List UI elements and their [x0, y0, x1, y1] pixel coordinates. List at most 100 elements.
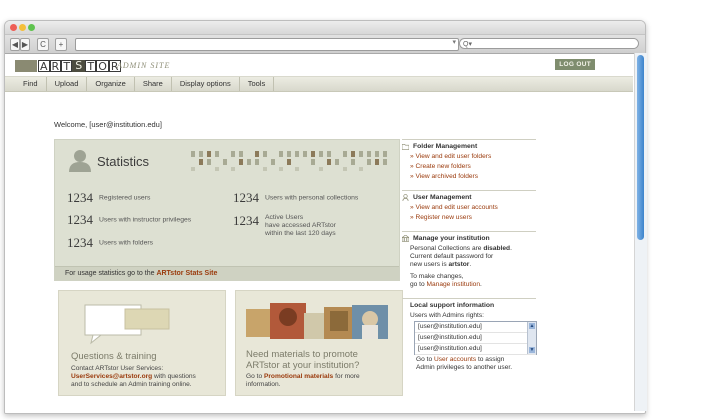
site-header: A R T S T O R ADMIN SITE LOG OUT [5, 54, 633, 77]
section-title: Manage your institution [413, 235, 490, 242]
folder-management-section: Folder Management » View and edit user f… [402, 139, 536, 180]
main-nav: Find Upload Organize Share Display optio… [5, 77, 633, 92]
questions-line: and to schedule an Admin training online… [71, 381, 192, 388]
register-users-link[interactable]: » Register new users [402, 214, 536, 221]
reload-button[interactable]: C [37, 38, 49, 51]
back-button[interactable]: ◀ [10, 38, 20, 51]
logo-letter: T [61, 59, 73, 72]
minimize-window-button[interactable] [19, 24, 26, 31]
list-item[interactable]: [user@institution.edu] [415, 344, 536, 355]
logo-letter: R [49, 59, 62, 73]
stat-label: Active Users have accessed ARTstor within … [265, 214, 336, 238]
scrollbar-thumb[interactable] [637, 55, 644, 240]
stats-footer: For usage statistics go to the ARTstor S… [55, 266, 399, 280]
info-text: Current default password for [410, 253, 494, 260]
stat-number: 1234 [67, 235, 93, 250]
statistics-title: Statistics [97, 154, 150, 169]
questions-line: Contact ARTstor User Services: [71, 365, 164, 372]
institution-icon [402, 235, 409, 242]
institution-info: Personal Collections are disabled. Curre… [402, 245, 536, 269]
info-text: go to [410, 281, 427, 288]
info-text: . [469, 261, 472, 268]
view-edit-folders-link[interactable]: » View and edit user folders [402, 153, 536, 160]
info-text: Admin privileges to another user. [416, 364, 513, 371]
stat-active-users: 1234 Active Users have accessed ARTstor wit… [233, 213, 336, 238]
address-bar[interactable]: ▾ [75, 38, 459, 51]
user-accounts-link[interactable]: User accounts [434, 356, 476, 363]
create-folders-link[interactable]: » Create new folders [402, 163, 536, 170]
stat-number: 1234 [233, 213, 259, 228]
manage-institution-section: Manage your institution Personal Collect… [402, 231, 536, 289]
user-icon [402, 194, 409, 201]
nav-display-options[interactable]: Display options [172, 77, 240, 91]
scroll-down-icon[interactable]: ▼ [529, 347, 535, 353]
logo-letter: T [85, 59, 97, 72]
nav-tools[interactable]: Tools [240, 77, 275, 91]
promo-text: Go to Promotional materials for more inf… [246, 373, 396, 389]
dropdown-arrow-icon[interactable]: ▾ [452, 38, 456, 46]
stat-personal-collections: 1234 Users with personal collections [233, 190, 358, 206]
nav-organize[interactable]: Organize [87, 77, 135, 91]
stat-label: Users with folders [99, 239, 154, 247]
user-accounts-note: Go to User accounts to assign Admin priv… [408, 356, 550, 372]
manage-institution-link[interactable]: Manage institution [427, 281, 481, 288]
page-scrollbar[interactable] [634, 53, 647, 411]
close-window-button[interactable] [10, 24, 17, 31]
archived-folders-link[interactable]: » View archived folders [402, 173, 536, 180]
section-title: Local support information [410, 302, 495, 309]
promo-text-line: Go to [246, 373, 264, 380]
nav-find[interactable]: Find [15, 77, 47, 91]
info-text: to assign [476, 356, 505, 363]
add-bookmark-button[interactable]: + [55, 38, 67, 51]
scroll-up-icon[interactable]: ▲ [529, 323, 535, 329]
stat-number: 1234 [67, 190, 93, 205]
list-item[interactable]: [user@institution.edu] [415, 333, 536, 344]
questions-panel: Questions & training Contact ARTstor Use… [58, 290, 226, 396]
questions-line: with questions [152, 373, 196, 380]
folder-management-heading: Folder Management [402, 143, 536, 150]
promo-title: Need materials to promote ARTstor at you… [246, 349, 359, 371]
search-field[interactable]: Q▾ [459, 38, 639, 49]
collections-status: disabled [483, 245, 511, 252]
speech-bubbles-icon [84, 304, 170, 345]
stats-footer-text: For usage statistics go to the [65, 270, 157, 277]
info-text: Go to [416, 356, 434, 363]
logo-letter: A [38, 59, 50, 73]
logo-letter: O [96, 59, 109, 73]
stats-site-link[interactable]: ARTstor Stats Site [156, 270, 217, 277]
artwork-collage-image [246, 303, 388, 339]
logo-grid-icon [15, 59, 37, 72]
local-support-section: Local support information Users with Adm… [402, 298, 536, 320]
info-text: new users is [410, 261, 449, 268]
promotional-materials-link[interactable]: Promotional materials [264, 373, 333, 380]
institution-changes: To make changes, go to Manage institutio… [402, 273, 536, 289]
site-label: ADMIN SITE [117, 61, 171, 70]
admins-subtitle: Users with Admins rights: [410, 312, 485, 319]
stat-label: Registered users [99, 194, 151, 202]
list-scrollbar[interactable]: ▲ ▼ [527, 322, 536, 354]
section-title: User Management [413, 194, 472, 201]
nav-upload[interactable]: Upload [47, 77, 88, 91]
promo-panel: Need materials to promote ARTstor at you… [235, 290, 403, 396]
statistics-panel: Statistics 1234 Registered users 1234 User… [54, 139, 400, 281]
admin-users-list[interactable]: [user@institution.edu] [user@institution… [414, 321, 537, 355]
forward-button[interactable]: ▶ [20, 38, 30, 51]
logout-button[interactable]: LOG OUT [555, 59, 595, 70]
stat-registered-users: 1234 Registered users [67, 190, 150, 206]
person-icon [69, 150, 91, 172]
nav-share[interactable]: Share [135, 77, 172, 91]
local-support-heading: Local support information [402, 302, 536, 309]
section-title: Folder Management [413, 143, 478, 150]
stat-label-line: Active Users [265, 214, 304, 221]
promo-title-line: ARTstor at your institution? [246, 360, 360, 371]
artstor-logo[interactable]: A R T S T O R [15, 59, 121, 72]
info-text: . [510, 245, 512, 252]
view-edit-accounts-link[interactable]: » View and edit user accounts [402, 204, 536, 211]
zoom-window-button[interactable] [28, 24, 35, 31]
questions-title: Questions & training [71, 351, 157, 362]
user-management-section: User Management » View and edit user acc… [402, 190, 536, 221]
user-services-email-link[interactable]: UserServices@artstor.org [71, 373, 152, 380]
list-item[interactable]: [user@institution.edu] [415, 322, 536, 333]
folder-icon [402, 143, 409, 150]
info-text: Personal Collections are [410, 245, 484, 252]
